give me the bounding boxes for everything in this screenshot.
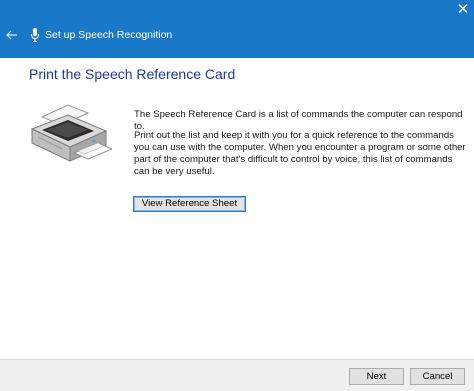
view-reference-sheet-button[interactable]: View Reference Sheet <box>133 196 246 212</box>
back-arrow-icon[interactable] <box>3 26 21 44</box>
close-button[interactable]: ✕ <box>452 0 474 22</box>
microphone-icon <box>30 27 40 43</box>
cancel-button[interactable]: Cancel <box>410 368 465 385</box>
back-button[interactable] <box>3 26 21 44</box>
printer-icon <box>28 103 112 171</box>
title-bar: ✕ Set up Speech Recognition <box>0 0 474 58</box>
content-panel: Print the Speech Reference Card The Spee… <box>0 58 474 359</box>
description-detail: Print out the list and keep it with you … <box>134 130 466 177</box>
page-heading: Print the Speech Reference Card <box>29 66 236 82</box>
footer-bar: Next Cancel <box>0 359 474 391</box>
next-button[interactable]: Next <box>349 368 404 385</box>
window-title: Set up Speech Recognition <box>45 29 173 41</box>
close-icon[interactable]: ✕ <box>457 1 470 18</box>
